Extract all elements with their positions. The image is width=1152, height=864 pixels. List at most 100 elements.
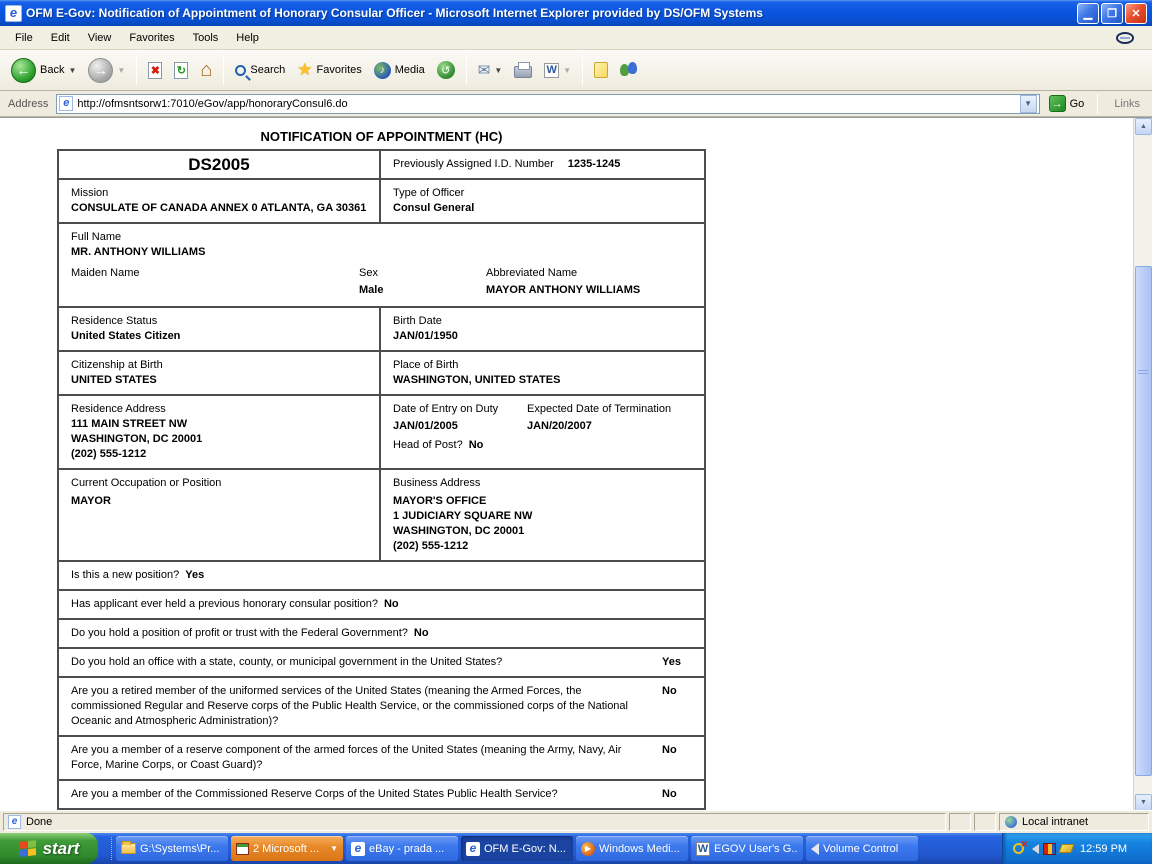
security-zone-text: Local intranet [1022,816,1089,828]
task-ofm-egov[interactable]: e OFM E-Gov: N... [461,836,573,861]
ie-icon: e [351,841,365,856]
full-name-value: MR. ANTHONY WILLIAMS [71,246,206,258]
media-button[interactable]: ♪ Media [369,59,430,82]
table-row: Mission CONSULATE OF CANADA ANNEX 0 ATLA… [59,180,704,224]
menu-view[interactable]: View [79,29,121,47]
taskbar: start G:\Systems\Pr... 2 Microsoft ... ▼… [0,833,1152,864]
menu-edit[interactable]: Edit [42,29,79,47]
messenger-button[interactable] [615,59,643,81]
brand-logo-icon [1116,31,1134,44]
intranet-globe-icon [1005,816,1017,828]
status-message-pane: e Done [3,813,946,831]
mail-dropdown-icon[interactable]: ▼ [494,66,502,75]
word-dropdown-icon: ▼ [563,65,572,75]
scroll-down-icon[interactable]: ▼ [1135,794,1152,810]
termination-value: JAN/20/2007 [527,420,592,432]
form-document: NOTIFICATION OF APPOINTMENT (HC) DS2005 … [57,129,706,810]
address-url: http://ofmsntsorw1:7010/eGov/app/honorar… [77,97,348,110]
citizenship-label: Citizenship at Birth [71,359,163,371]
vertical-scrollbar[interactable]: ▲ ▼ [1133,118,1152,810]
favorites-star-icon: ★ [297,60,313,79]
task-label: G:\Systems\Pr... [140,842,220,855]
close-button[interactable]: ✕ [1125,2,1147,24]
menu-help[interactable]: Help [227,29,268,47]
back-dropdown-icon[interactable]: ▼ [68,66,76,75]
residence-address-line: WASHINGTON, DC 20001 [71,433,203,445]
task-ebay[interactable]: e eBay - prada ... [346,836,458,861]
maiden-name-label: Maiden Name [71,267,140,279]
prev-id-label: Previously Assigned I.D. Number [393,158,554,170]
back-button[interactable]: ← Back ▼ [6,55,81,86]
tray-volume-icon[interactable] [1032,843,1039,854]
business-address-line: 1 JUDICIARY SQUARE NW [393,510,533,522]
folder-icon [121,841,136,854]
network-key-disconnected-icon[interactable] [1013,839,1028,856]
table-row: Current Occupation or Position MAYOR Bus… [59,470,704,562]
mail-icon: ✉ [477,62,491,79]
back-label: Back [40,64,65,76]
links-label[interactable]: Links [1106,98,1148,110]
menu-file[interactable]: File [6,29,42,47]
menu-favorites[interactable]: Favorites [120,29,183,47]
task-label: Volume Control [823,842,899,855]
search-label: Search [250,64,286,76]
task-windows-media[interactable]: ▶ Windows Medi... [576,836,688,861]
residence-status-value: United States Citizen [71,330,181,342]
go-label: Go [1069,97,1085,110]
business-address-line: (202) 555-1212 [393,540,469,552]
home-button[interactable]: ⌂ [195,58,217,82]
forward-button[interactable]: → ▼ [83,55,130,86]
menu-tools[interactable]: Tools [184,29,228,47]
task-group-microsoft[interactable]: 2 Microsoft ... ▼ [231,836,343,861]
taskbar-grip[interactable] [100,837,112,860]
stop-button[interactable]: ✖ [143,59,167,82]
question-text: Is this a new position? [71,569,180,581]
address-input[interactable]: e http://ofmsntsorw1:7010/eGov/app/honor… [56,93,1040,114]
question-row: Are you a member of the Commissioned Res… [59,781,704,808]
question-answer: No [662,788,677,800]
task-group-dropdown-icon[interactable]: ▼ [330,844,338,853]
maiden-name-value [71,283,359,298]
start-button[interactable]: start [0,833,98,864]
ie-app-icon[interactable]: e [5,4,22,22]
question-text: Do you hold a position of profit or trus… [71,627,408,639]
history-button[interactable]: ↺ [432,58,460,82]
go-arrow-icon: → [1048,95,1066,112]
question-answer: No [662,685,677,697]
start-label: start [42,838,80,858]
network-activity-icon[interactable] [1043,842,1056,855]
system-tray: 12:59 PM [1002,833,1152,864]
search-button[interactable]: Search [230,61,290,79]
table-row: Full Name MR. ANTHONY WILLIAMS Maiden Na… [59,224,704,308]
tray-utility-icon[interactable] [1058,844,1075,853]
edit-with-word-button[interactable]: W ▼ [539,60,576,81]
refresh-button[interactable]: ↻ [169,59,193,82]
task-egov-users-guide[interactable]: W EGOV User's G... [691,836,803,861]
sex-label: Sex [359,267,378,279]
ie-icon: e [466,841,480,856]
scrollbar-grip [1138,370,1148,376]
status-pane [949,813,971,831]
favorites-button[interactable]: ★ Favorites [292,57,367,83]
go-button[interactable]: → Go [1044,94,1090,113]
scrollbar-thumb[interactable] [1135,266,1152,776]
table-row: Citizenship at Birth UNITED STATES Place… [59,352,704,396]
head-of-post-value: No [468,439,484,451]
question-answer: No [662,744,677,756]
minimize-button[interactable]: ▁ [1077,2,1099,24]
task-volume-control[interactable]: Volume Control [806,836,918,861]
print-button[interactable] [509,59,537,81]
task-explorer-folder[interactable]: G:\Systems\Pr... [116,836,228,861]
question-row: Is this a new position? Yes [59,562,704,591]
business-address-line: MAYOR'S OFFICE [393,495,487,507]
discuss-button[interactable] [589,59,613,81]
address-dropdown-icon[interactable]: ▼ [1019,94,1037,113]
task-label: 2 Microsoft ... [253,842,320,855]
mission-value: CONSULATE OF CANADA ANNEX 0 ATLANTA, GA … [71,202,367,214]
scroll-up-icon[interactable]: ▲ [1135,118,1152,135]
prev-id-value: 1235-1245 [567,158,621,170]
business-address-line: WASHINGTON, DC 20001 [393,525,525,537]
restore-button[interactable]: ❐ [1101,2,1123,24]
mail-button[interactable]: ✉ ▼ [473,58,508,82]
task-label: eBay - prada ... [369,842,445,855]
